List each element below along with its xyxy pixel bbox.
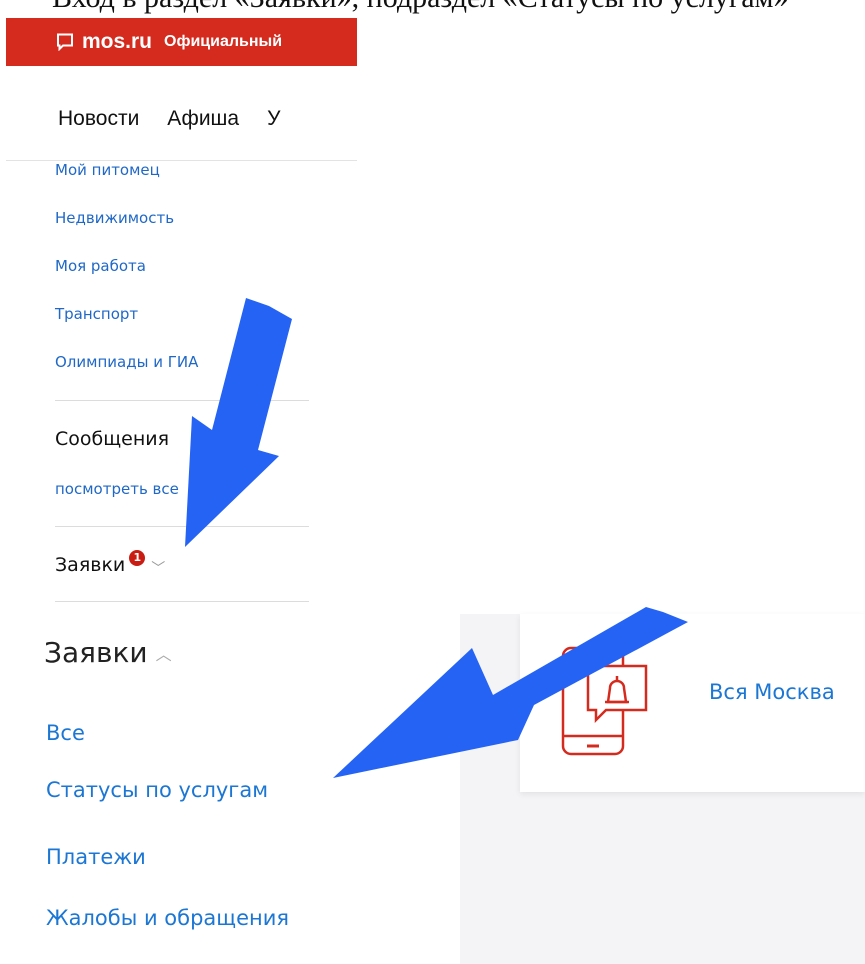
sidebar-links: Мой питомец Недвижимость Моя работа Тран… (55, 154, 198, 394)
top-screenshot-crop: mos.ru Официальный Новости Афиша У Мой п… (6, 18, 357, 602)
nav-item-events[interactable]: Афиша (167, 107, 239, 131)
requests-label: Заявки (55, 554, 126, 576)
sidebar-link-realty[interactable]: Недвижимость (55, 202, 198, 250)
divider (55, 400, 309, 401)
site-header: mos.ru Официальный (6, 18, 357, 66)
messages-title: Сообщения (55, 428, 170, 450)
site-logo[interactable]: mos.ru (82, 30, 152, 54)
messages-view-all-link[interactable]: посмотреть все (55, 480, 179, 498)
divider (55, 601, 309, 602)
sidebar-link-pet[interactable]: Мой питомец (55, 154, 198, 202)
site-subtitle: Официальный (164, 33, 283, 50)
requests-menu-complaints[interactable]: Жалобы и обращения (46, 906, 289, 930)
divider (55, 526, 309, 527)
sidebar-link-work[interactable]: Моя работа (55, 250, 198, 298)
requests-count-badge: 1 (129, 550, 146, 566)
requests-menu-payments[interactable]: Платежи (46, 845, 146, 869)
card-title[interactable]: Вся Москва (709, 680, 835, 704)
requests-toggle[interactable]: Заявки 1 ﹀ (55, 550, 166, 577)
main-nav: Новости Афиша У (6, 78, 357, 161)
requests-menu-service-statuses[interactable]: Статусы по услугам (46, 778, 268, 802)
chat-logo-icon (57, 33, 73, 51)
requests-menu-title[interactable]: Заявки ︿ (44, 636, 172, 669)
page-caption: Вход в раздел «Заявки», подраздел «Стату… (0, 0, 865, 18)
requests-menu-label: Заявки (44, 636, 148, 669)
nav-item-services[interactable]: У (267, 107, 280, 131)
chevron-up-icon: ︿ (155, 644, 172, 664)
sidebar-link-transport[interactable]: Транспорт (55, 298, 198, 346)
nav-item-news[interactable]: Новости (58, 107, 139, 131)
requests-menu-all[interactable]: Все (46, 721, 85, 745)
chevron-down-icon: ﹀ (151, 561, 166, 577)
phone-bell-icon (561, 646, 648, 756)
sidebar-link-olympiads[interactable]: Олимпиады и ГИА (55, 346, 198, 394)
